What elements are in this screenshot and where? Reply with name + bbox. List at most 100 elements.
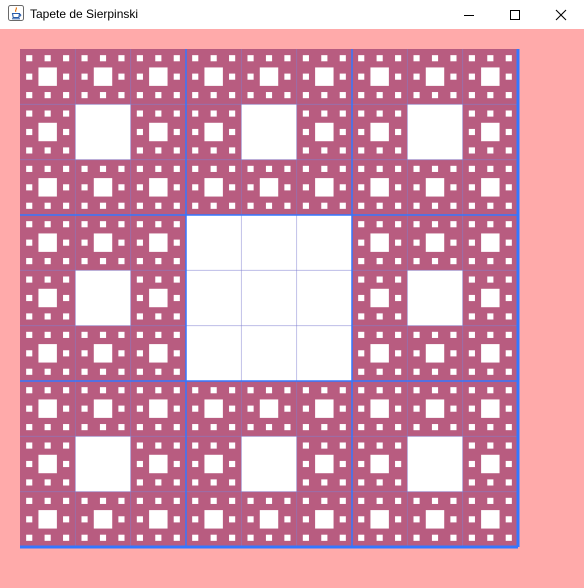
carpet-hole	[450, 387, 457, 394]
carpet-hole	[63, 128, 70, 136]
carpet-hole	[210, 479, 217, 486]
carpet-hole	[339, 516, 346, 523]
carpet-hole	[63, 534, 70, 541]
carpet-hole	[395, 258, 402, 265]
carpet-hole	[450, 239, 457, 246]
carpet-hole	[229, 460, 236, 468]
carpet-hole	[431, 387, 439, 394]
carpet-hole	[63, 516, 70, 523]
carpet-hole	[155, 368, 162, 375]
carpet-hole	[259, 399, 279, 418]
carpet-hole	[265, 55, 273, 62]
maximize-button[interactable]	[492, 0, 538, 29]
carpet-hole	[63, 497, 70, 504]
carpet-hole	[173, 258, 180, 265]
carpet-hole	[450, 92, 457, 99]
carpet-hole	[358, 73, 365, 80]
carpet-hole	[431, 258, 439, 265]
minimize-button[interactable]	[446, 0, 492, 29]
carpet-hole	[339, 424, 346, 431]
carpet-hole	[26, 350, 33, 357]
carpet-hole	[136, 202, 143, 209]
carpet-hole	[118, 387, 125, 394]
carpet-hole	[81, 239, 88, 246]
carpet-hole	[376, 313, 383, 320]
carpet-hole	[81, 331, 88, 338]
carpet-hole	[481, 454, 500, 474]
carpet-hole	[468, 479, 475, 486]
carpet-hole	[229, 147, 236, 154]
carpet-hole	[395, 424, 402, 431]
close-button[interactable]	[538, 0, 584, 29]
carpet-hole	[192, 479, 199, 486]
carpet-hole	[395, 73, 402, 80]
carpet-hole	[38, 454, 57, 474]
carpet-hole	[26, 460, 33, 468]
carpet-hole	[487, 202, 494, 209]
carpet-hole	[265, 387, 273, 394]
carpet-hole	[468, 73, 475, 80]
carpet-hole	[376, 479, 383, 486]
carpet-hole	[118, 424, 125, 431]
carpet-hole	[118, 239, 125, 246]
carpet-hole	[118, 516, 125, 523]
carpet-hole	[173, 424, 180, 431]
carpet-hole	[302, 55, 309, 62]
carpet-hole	[229, 92, 236, 99]
carpet-hole	[321, 92, 328, 99]
carpet-hole	[395, 55, 402, 62]
title-bar[interactable]: Tapete de Sierpinski	[0, 0, 584, 29]
carpet-hole	[44, 147, 51, 154]
carpet-hole	[173, 294, 180, 302]
carpet-hole	[505, 55, 512, 62]
carpet-hole	[395, 313, 402, 320]
carpet-hole	[413, 387, 420, 394]
carpet-hole	[468, 202, 475, 209]
carpet-hole	[265, 92, 273, 99]
carpet-hole	[173, 202, 180, 209]
carpet-hole	[26, 147, 33, 154]
carpet-hole	[358, 239, 365, 246]
carpet-hole	[431, 202, 439, 209]
carpet-hole	[118, 534, 125, 541]
carpet-hole	[468, 497, 475, 504]
carpet-hole	[63, 350, 70, 357]
carpet-hole	[26, 479, 33, 486]
carpet-hole	[192, 405, 199, 412]
carpet-hole	[339, 387, 346, 394]
carpet-hole	[302, 184, 309, 191]
carpet-hole	[302, 534, 309, 541]
carpet-hole	[26, 92, 33, 99]
carpet-hole	[431, 221, 439, 228]
carpet-hole	[192, 387, 199, 394]
carpet-hole	[118, 73, 125, 80]
carpet-hole	[192, 128, 199, 136]
carpet-hole	[468, 258, 475, 265]
carpet-hole	[93, 510, 113, 529]
carpet-hole	[487, 424, 494, 431]
carpet-hole	[247, 497, 254, 504]
carpet-hole	[99, 368, 107, 375]
carpet-hole	[468, 276, 475, 283]
carpet-hole	[118, 368, 125, 375]
carpet-hole	[487, 165, 494, 172]
carpet-hole	[376, 534, 383, 541]
carpet-hole	[81, 516, 88, 523]
carpet-hole	[505, 350, 512, 357]
carpet-hole	[505, 405, 512, 412]
carpet-hole	[136, 55, 143, 62]
carpet-hole	[376, 110, 383, 117]
carpet-hole	[358, 258, 365, 265]
carpet-hole	[487, 331, 494, 338]
carpet-hole	[26, 294, 33, 302]
carpet-hole	[321, 497, 328, 504]
carpet-hole	[376, 221, 383, 228]
carpet-hole	[431, 55, 439, 62]
carpet-hole	[481, 510, 500, 529]
carpet-hole	[247, 73, 254, 80]
carpet-hole	[173, 276, 180, 283]
carpet-hole	[81, 424, 88, 431]
carpet-hole	[26, 128, 33, 136]
carpet-hole	[376, 92, 383, 99]
carpet-hole	[192, 424, 199, 431]
